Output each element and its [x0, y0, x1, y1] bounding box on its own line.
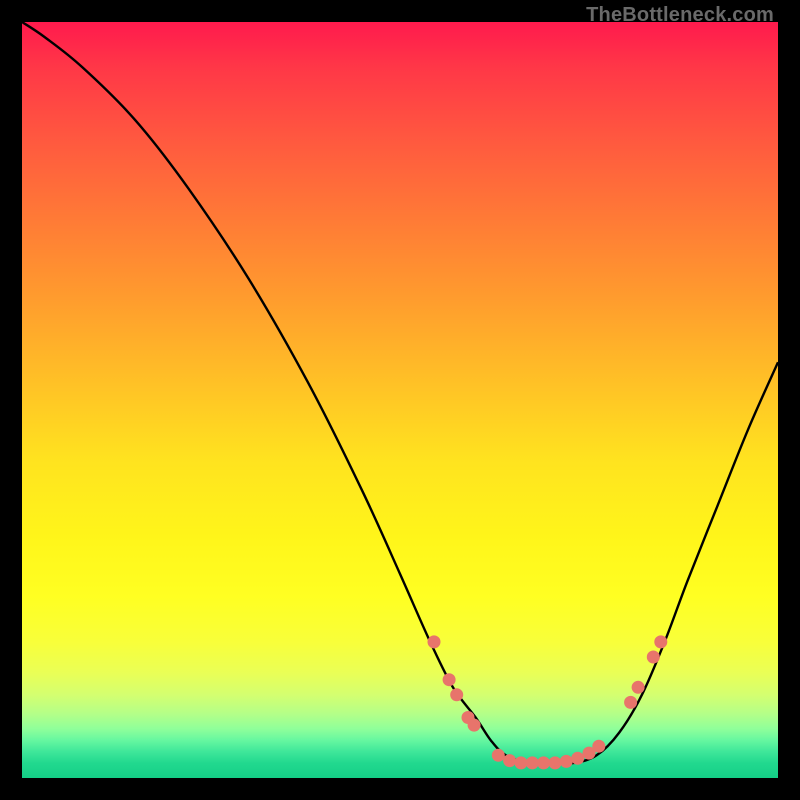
data-point [571, 752, 584, 765]
plot-area [22, 22, 778, 778]
data-point [647, 651, 660, 664]
data-point [592, 740, 605, 753]
data-point [450, 688, 463, 701]
data-point [632, 681, 645, 694]
data-point [624, 696, 637, 709]
data-point [503, 754, 516, 767]
chart-frame [22, 22, 778, 778]
data-point [492, 749, 505, 762]
data-point [515, 756, 528, 769]
curve-layer [22, 22, 778, 778]
bottleneck-curve [22, 22, 778, 763]
data-point [654, 635, 667, 648]
data-point [560, 755, 573, 768]
data-point [443, 673, 456, 686]
data-point [549, 756, 562, 769]
data-point [468, 719, 481, 732]
data-point [537, 756, 550, 769]
watermark-text: TheBottleneck.com [586, 4, 774, 27]
data-point [428, 635, 441, 648]
data-point [526, 756, 539, 769]
